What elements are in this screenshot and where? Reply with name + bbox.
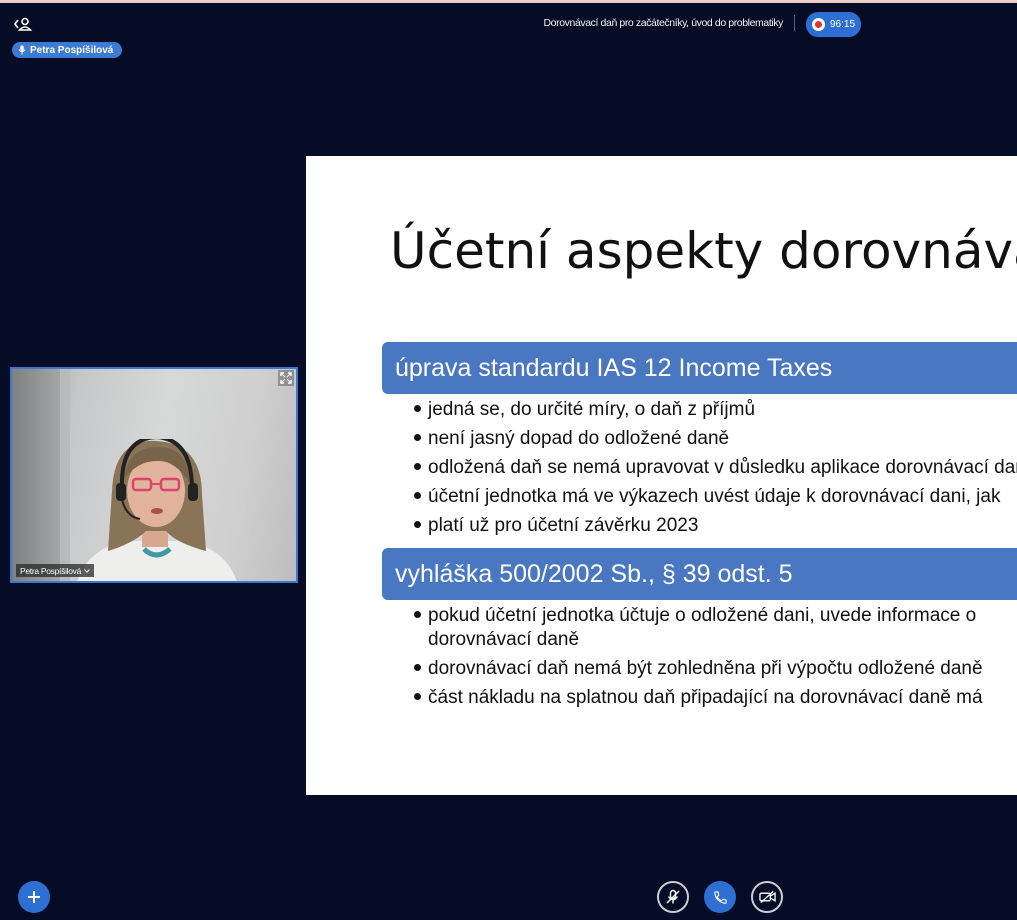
slide-bullet: odložená daň se nemá upravovat v důsledk… [412, 456, 1017, 480]
participants-toggle-button[interactable] [12, 14, 34, 34]
meeting-title: Dorovnávací daň pro začátečníky, úvod do… [543, 17, 784, 29]
add-button[interactable] [18, 881, 50, 913]
slide-bullet: není jasný dopad do odložené daně [412, 427, 1017, 451]
slide-bullet: platí už pro účetní závěrku 2023 [412, 514, 1017, 538]
hang-up-button[interactable] [704, 881, 736, 913]
microphone-icon [18, 45, 26, 55]
shared-slide: Účetní aspekty dorovnávací daně úprava s… [306, 156, 1017, 795]
participant-name-tag[interactable]: Petra Pospíšilová [16, 564, 95, 577]
recording-indicator[interactable]: 96:15 [806, 12, 861, 37]
video-background [12, 369, 60, 581]
expand-icon [280, 372, 292, 384]
participants-panel-icon [14, 17, 33, 31]
window-top-border [0, 0, 1017, 3]
toggle-camera-button[interactable] [751, 881, 783, 913]
slide-bullet: dorovnávací daň nemá být zohledněna při … [412, 657, 983, 681]
record-icon [812, 18, 825, 31]
microphone-muted-icon [666, 889, 680, 904]
plus-icon [28, 891, 40, 903]
slide-bullet-continuation: dorovnávací daně [428, 629, 580, 650]
participant-name: Petra Pospíšilová [20, 565, 82, 576]
slide-section-heading: úprava standardu IAS 12 Income Taxes [382, 342, 1017, 394]
active-speaker-name: Petra Pospíšilová [30, 44, 114, 56]
slide-title: Účetní aspekty dorovnávací daně [390, 222, 1017, 280]
participant-video-feed [77, 439, 237, 581]
slide-bullet: jedná se, do určité míry, o daň z příjmů [412, 398, 1017, 422]
slide-bullet: účetní jednotka má ve výkazech uvést úda… [412, 485, 1017, 509]
mute-microphone-button[interactable] [657, 881, 689, 913]
camera-off-icon [758, 890, 776, 904]
header-divider [794, 15, 795, 31]
chevron-down-icon [84, 568, 90, 573]
slide-bullet: pokud účetní jednotka účtuje o odložené … [412, 604, 983, 628]
slide-section-heading: vyhláška 500/2002 Sb., § 39 odst. 5 [382, 548, 1017, 600]
slide-bullet: část nákladu na splatnou daň připadající… [412, 686, 983, 710]
slide-bullet-list: pokud účetní jednotka účtuje o odložené … [412, 604, 983, 715]
recording-time: 96:15 [830, 19, 856, 30]
expand-video-button[interactable] [278, 370, 294, 386]
participant-video-tile[interactable]: Petra Pospíšilová [10, 367, 298, 583]
slide-bullet-list: jedná se, do určité míry, o daň z příjmů… [412, 398, 1017, 543]
phone-icon [713, 890, 727, 904]
active-speaker-badge: Petra Pospíšilová [12, 42, 123, 58]
